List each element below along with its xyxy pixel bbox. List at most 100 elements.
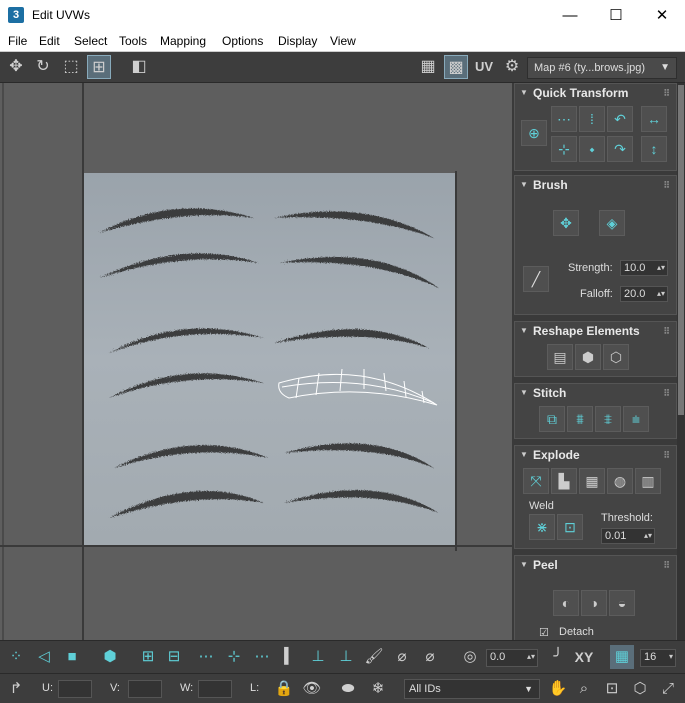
xy-toggle[interactable]: XY bbox=[572, 645, 596, 669]
transform-mode-icon[interactable]: ↱ bbox=[4, 677, 28, 701]
menu-edit[interactable]: Edit bbox=[39, 34, 60, 48]
space-vertical-icon[interactable]: ↕ bbox=[641, 136, 667, 162]
zoom-icon[interactable]: ⌕ bbox=[572, 677, 596, 701]
ids-select[interactable]: All IDs ▼ bbox=[404, 679, 540, 699]
paint-select-icon[interactable]: 🖌 bbox=[362, 645, 386, 669]
u-field[interactable] bbox=[58, 680, 92, 698]
paint-shrink-icon[interactable]: ⌀ bbox=[418, 645, 442, 669]
quick-peel-icon[interactable]: ◐ bbox=[553, 590, 579, 616]
panel-scrollbar[interactable] bbox=[677, 83, 685, 640]
grid-snap-icon[interactable]: ▦ bbox=[610, 645, 634, 669]
stitch-target-icon[interactable]: ⩩ bbox=[567, 406, 593, 432]
menu-select[interactable]: Select bbox=[74, 34, 107, 48]
explode-material-icon[interactable]: ◍ bbox=[607, 468, 633, 494]
freeform-icon[interactable]: ⊞ bbox=[87, 55, 111, 79]
paint-move-icon[interactable]: ✥ bbox=[553, 210, 579, 236]
lock-icon[interactable]: 🔒 bbox=[272, 677, 296, 701]
align-vertical-icon[interactable]: ⁞ bbox=[579, 106, 605, 132]
rollout-header[interactable]: ▼ Reshape Elements ⠿ bbox=[515, 322, 676, 340]
menu-options[interactable]: Options bbox=[222, 34, 263, 48]
peel-mode-icon[interactable]: ◑ bbox=[581, 590, 607, 616]
scale-icon[interactable]: ⬚ bbox=[59, 55, 83, 79]
rollout-header[interactable]: ▼ Quick Transform ⠿ bbox=[515, 84, 676, 102]
falloff-curve-icon[interactable]: ╱ bbox=[523, 266, 549, 292]
grid-spinner[interactable]: 16 ▾ bbox=[640, 649, 676, 667]
threshold-spinner[interactable]: 0.01 ▴▾ bbox=[601, 528, 655, 544]
menu-tools[interactable]: Tools bbox=[119, 34, 147, 48]
rotate-icon[interactable]: ↻ bbox=[31, 55, 55, 79]
menu-view[interactable]: View bbox=[330, 34, 356, 48]
zoom-extents-icon[interactable]: ⬡ bbox=[628, 677, 652, 701]
grip-icon: ⠿ bbox=[663, 560, 670, 570]
loop-selection-icon[interactable]: ⋯ bbox=[194, 645, 218, 669]
stitch-custom-icon[interactable]: ⧉ bbox=[539, 406, 565, 432]
element-mode-icon[interactable]: ⬢ bbox=[98, 645, 122, 669]
align-edge-icon[interactable]: ⊥ bbox=[334, 645, 358, 669]
minimize-button[interactable]: — bbox=[547, 0, 593, 31]
reset-peel-icon[interactable]: ◒ bbox=[609, 590, 635, 616]
freeze-icon[interactable]: ❄ bbox=[366, 677, 390, 701]
checker-icon[interactable]: ▦ bbox=[416, 55, 440, 79]
face-mode-icon[interactable]: ■ bbox=[60, 645, 84, 669]
align-center-icon[interactable]: ⊕ bbox=[521, 120, 547, 146]
map-select[interactable]: Map #6 (ty...brows.jpg) ▼ bbox=[527, 57, 677, 79]
distribute-icon[interactable]: ⬩ bbox=[579, 136, 605, 162]
close-button[interactable]: ✕ bbox=[639, 0, 685, 31]
zoom-selected-icon[interactable]: ⤢ bbox=[656, 677, 680, 701]
rollout-header[interactable]: ▼ Stitch ⠿ bbox=[515, 384, 676, 402]
falloff-spinner[interactable]: 20.0 ▴▾ bbox=[620, 286, 668, 302]
vertex-mode-icon[interactable]: ⁘ bbox=[4, 645, 28, 669]
move-icon[interactable]: ✥ bbox=[4, 55, 28, 79]
point-to-point-icon[interactable]: ⊥ bbox=[306, 645, 330, 669]
weld-selected-icon[interactable]: ⋇ bbox=[529, 514, 555, 540]
grow-selection-icon[interactable]: ⊞ bbox=[136, 645, 160, 669]
checker-texture-icon[interactable]: ▩ bbox=[444, 55, 468, 79]
relax-brush-icon[interactable]: ◈ bbox=[599, 210, 625, 236]
rotate-cw-icon[interactable]: ↷ bbox=[607, 136, 633, 162]
v-field[interactable] bbox=[128, 680, 162, 698]
break-icon[interactable]: ⤧ bbox=[523, 468, 549, 494]
stitch-source-icon[interactable]: ⩧ bbox=[623, 406, 649, 432]
settings-checker-icon[interactable]: ⚙ bbox=[500, 55, 524, 79]
relax-settings-icon[interactable]: ⬡ bbox=[603, 344, 629, 370]
flatten-icon[interactable]: ▙ bbox=[551, 468, 577, 494]
rotate-ccw-icon[interactable]: ↶ bbox=[607, 106, 633, 132]
straighten-icon[interactable]: ⊹ bbox=[551, 136, 577, 162]
curve-icon[interactable]: ╯ bbox=[546, 645, 570, 669]
pivot-icon[interactable]: ◎ bbox=[458, 645, 482, 669]
straighten-selection-icon[interactable]: ▤ bbox=[547, 344, 573, 370]
align-horizontal-icon[interactable]: ⋯ bbox=[551, 106, 577, 132]
weld-target-icon[interactable]: ⊡ bbox=[557, 514, 583, 540]
paint-grow-icon[interactable]: ⌀ bbox=[390, 645, 414, 669]
eye-icon[interactable]: 👁 bbox=[300, 677, 324, 701]
edge-select-icon[interactable]: ⋯ bbox=[250, 645, 274, 669]
detach-checkbox[interactable]: ☑ bbox=[539, 626, 549, 639]
mirror-icon[interactable]: ◧ bbox=[127, 55, 151, 79]
uv-viewport[interactable] bbox=[0, 83, 512, 640]
rollout-header[interactable]: ▼ Peel ⠿ bbox=[515, 556, 676, 574]
hide-icon[interactable]: ⬬ bbox=[336, 677, 360, 701]
space-horizontal-icon[interactable]: ↔ bbox=[641, 106, 667, 132]
split-icon[interactable]: ▦ bbox=[579, 468, 605, 494]
menu-mapping[interactable]: Mapping bbox=[160, 34, 206, 48]
maximize-button[interactable]: ☐ bbox=[593, 0, 639, 31]
rollout-title: Brush bbox=[533, 178, 568, 192]
rollout-header[interactable]: ▼ Explode ⠿ bbox=[515, 446, 676, 464]
zoom-region-icon[interactable]: ⊡ bbox=[600, 677, 624, 701]
relax-icon[interactable]: ⬢ bbox=[575, 344, 601, 370]
edge-mode-icon[interactable]: ◁ bbox=[32, 645, 56, 669]
bottom-toolbar: ⁘ ◁ ■ ⬢ ⊞ ⊟ ⋯ ⊹ ⋯ ▍ ⊥ ⊥ 🖌 ⌀ ⌀ ◎ 0.0 ▴▾ ╯ … bbox=[0, 640, 685, 673]
menu-file[interactable]: File bbox=[8, 34, 27, 48]
pan-icon[interactable]: ✋ bbox=[546, 677, 570, 701]
shrink-selection-icon[interactable]: ⊟ bbox=[162, 645, 186, 669]
strength-spinner[interactable]: 10.0 ▴▾ bbox=[620, 260, 668, 276]
stitch-average-icon[interactable]: ⩨ bbox=[595, 406, 621, 432]
rollout-header[interactable]: ▼ Brush ⠿ bbox=[515, 176, 676, 194]
menu-display[interactable]: Display bbox=[278, 34, 317, 48]
explode-smoothing-icon[interactable]: ▥ bbox=[635, 468, 661, 494]
rotation-spinner[interactable]: 0.0 ▴▾ bbox=[486, 649, 538, 667]
w-field[interactable] bbox=[198, 680, 232, 698]
uv-toggle[interactable]: UV bbox=[472, 55, 496, 79]
ring-selection-icon[interactable]: ⊹ bbox=[222, 645, 246, 669]
scrollbar-thumb[interactable] bbox=[678, 85, 684, 415]
